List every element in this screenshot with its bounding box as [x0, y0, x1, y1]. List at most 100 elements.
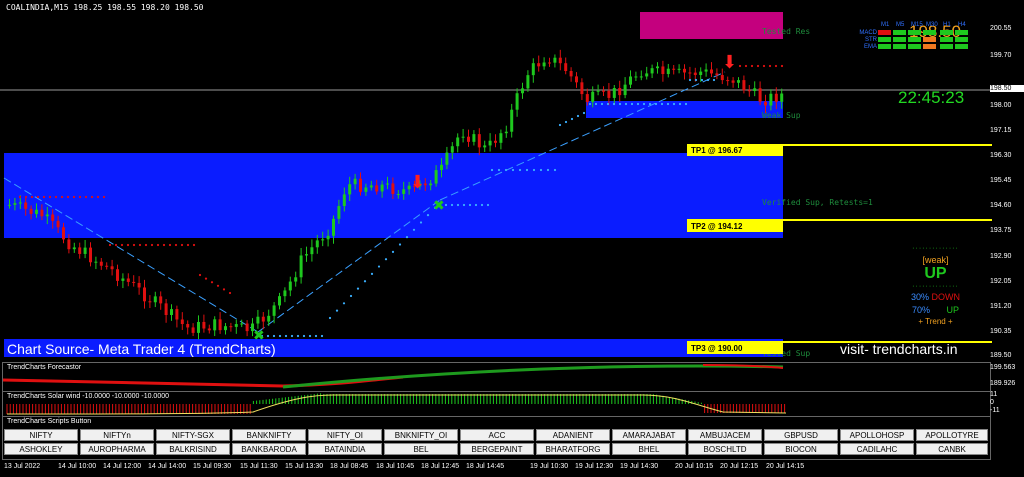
mtf-col-label: M30 — [926, 22, 938, 28]
stop-dot — [774, 64, 778, 68]
stop-dot — [456, 203, 460, 207]
script-button-bergepaint[interactable]: BERGEPAINT — [460, 443, 534, 455]
candle-body — [13, 203, 17, 205]
candle-body — [731, 80, 735, 83]
stop-dot — [546, 168, 550, 172]
candle-body — [639, 76, 643, 78]
candle-body — [429, 183, 433, 186]
candle-body — [153, 296, 157, 303]
time-tick: 14 Jul 14:00 — [148, 463, 187, 470]
candle-body — [234, 324, 238, 327]
script-button-bhel[interactable]: BHEL — [612, 443, 686, 455]
stop-dot — [216, 284, 220, 287]
script-button-nifty-sgx[interactable]: NIFTY-SGX — [156, 429, 230, 441]
solar-wind-histogram — [6, 393, 787, 415]
script-button-amarajabat[interactable]: AMARAJABAT — [612, 429, 686, 441]
candle-body — [629, 76, 632, 85]
candle-body — [672, 68, 676, 70]
dotted-separator: ·············· — [912, 283, 959, 290]
stop-dot — [582, 111, 586, 115]
mtf-cell — [923, 37, 936, 42]
stop-dot — [398, 243, 402, 246]
stop-dot — [120, 243, 124, 247]
candle-body — [666, 68, 670, 75]
candle-body — [51, 214, 55, 221]
stop-dot — [162, 243, 166, 247]
candle-body — [369, 185, 373, 188]
price-chart[interactable]: ⬇ ⬇ ✖ ✖ — [0, 0, 992, 362]
stop-dot — [486, 203, 490, 207]
candle-body — [186, 324, 190, 328]
forecaster-green-line — [282, 364, 784, 389]
script-button-boschltd[interactable]: BOSCHLTD — [688, 443, 762, 455]
script-button-gbpusd[interactable]: GBPUSD — [764, 429, 838, 441]
sell-arrow-icon-2: ⬇ — [722, 52, 737, 73]
script-button-bankbaroda[interactable]: BANKBARODA — [232, 443, 306, 455]
script-button-banknifty[interactable]: BANKNIFTY — [232, 429, 306, 441]
candle-body — [310, 247, 314, 255]
script-button-bataindia[interactable]: BATAINDIA — [308, 443, 382, 455]
time-tick: 20 Jul 10:15 — [675, 463, 714, 470]
stop-dot — [706, 78, 710, 82]
script-button-canbk[interactable]: CANBK — [916, 443, 988, 455]
candle-body — [488, 140, 492, 146]
trend-strength-box: ·············· [weak] UP ·············· … — [903, 245, 968, 326]
stop-dot — [278, 334, 282, 338]
stop-dot — [768, 64, 772, 68]
script-button-nifty[interactable]: NIFTY — [4, 429, 78, 441]
script-button-ashokley[interactable]: ASHOKLEY — [4, 443, 78, 455]
weak-sup-label: Weak Sup — [762, 111, 801, 120]
candle-body — [35, 209, 38, 214]
script-button-acc[interactable]: ACC — [460, 429, 534, 441]
script-button-bnknifty-oi[interactable]: BNKNIFTY_OI — [384, 429, 458, 441]
candle-body — [380, 184, 384, 192]
mtf-cell — [940, 44, 953, 49]
script-button-bharatforg[interactable]: BHARATFORG — [536, 443, 610, 455]
script-button-bel[interactable]: BEL — [384, 443, 458, 455]
price-tick: 193.75 — [990, 227, 1012, 234]
mtf-cell — [878, 37, 891, 42]
mtf-col-label: M5 — [896, 22, 905, 28]
script-button-apollotyre[interactable]: APOLLOTYRE — [916, 429, 988, 441]
stop-dot — [570, 117, 574, 121]
candle-body — [240, 323, 244, 325]
candle-body — [89, 247, 92, 263]
script-button-niftyn[interactable]: NIFTYn — [80, 429, 154, 441]
script-button-nifty-oi[interactable]: NIFTY_OI — [308, 429, 382, 441]
candle-body — [596, 90, 600, 92]
candle-body — [18, 202, 22, 204]
candle-body — [747, 90, 751, 92]
candle-body — [558, 57, 562, 64]
candle-body — [715, 73, 719, 76]
solar-wind-panel[interactable]: TrendCharts Solar wind -10.0000 -10.0000… — [2, 391, 991, 417]
script-button-cadilahc[interactable]: CADILAHC — [840, 443, 914, 455]
stop-dot — [636, 102, 640, 106]
stop-dot — [335, 309, 339, 312]
candle-body — [224, 326, 227, 331]
stop-dot — [308, 334, 312, 338]
script-button-apollohosp[interactable]: APOLLOHOSP — [840, 429, 914, 441]
candle-body — [602, 90, 605, 92]
stop-dot — [474, 203, 478, 207]
up-label: UP — [946, 305, 960, 315]
stop-dot — [114, 243, 118, 247]
candle-body — [359, 178, 362, 192]
candle-body — [78, 247, 82, 254]
script-button-biocon[interactable]: BIOCON — [764, 443, 838, 455]
time-tick: 15 Jul 09:30 — [193, 463, 232, 470]
script-button-auropharma[interactable]: AUROPHARMA — [80, 443, 154, 455]
candle-body — [294, 277, 298, 282]
stop-dot — [532, 168, 536, 172]
script-button-balkrisind[interactable]: BALKRISIND — [156, 443, 230, 455]
stop-dot — [462, 203, 466, 207]
forecaster-panel[interactable]: TrendCharts Forecastor — [2, 362, 991, 392]
stop-dot — [756, 64, 760, 68]
script-button-adanient[interactable]: ADANIENT — [536, 429, 610, 441]
script-button-ambujacem[interactable]: AMBUJACEM — [688, 429, 762, 441]
candle-body — [121, 278, 125, 281]
candle-body — [180, 319, 184, 325]
candle-body — [693, 72, 697, 76]
stop-dot — [370, 272, 374, 275]
candle-body — [510, 109, 514, 132]
trend-label: + Trend + — [918, 317, 953, 326]
